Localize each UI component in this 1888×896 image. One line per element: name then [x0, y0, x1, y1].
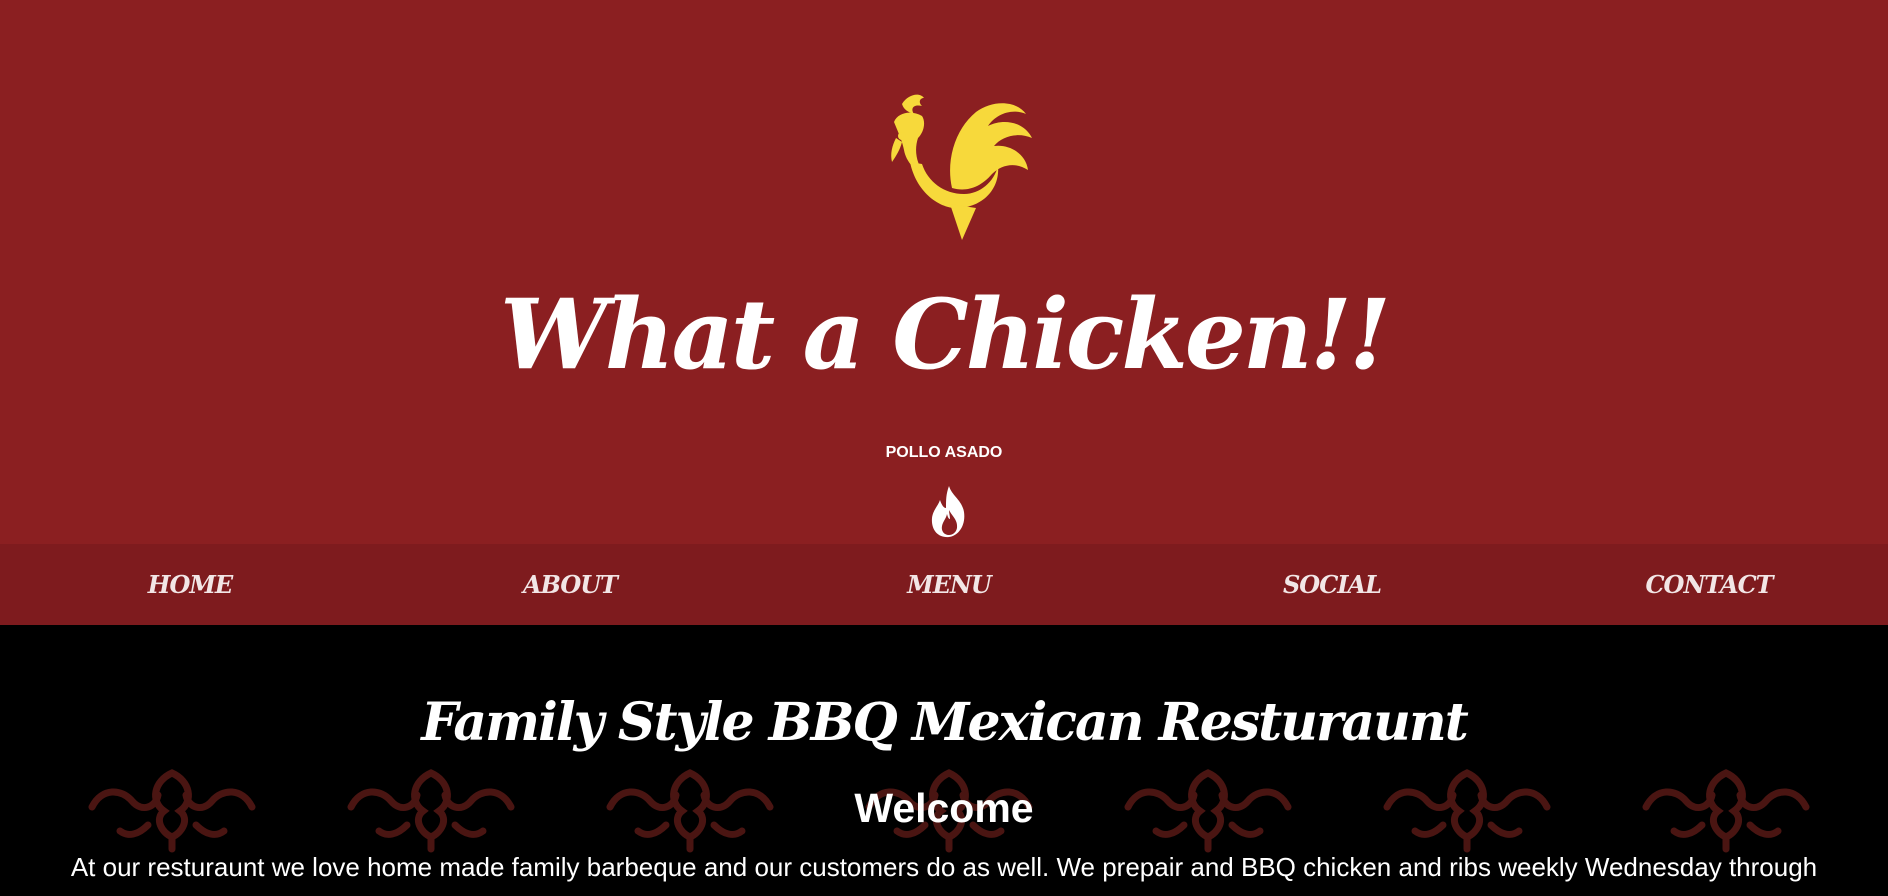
flame-icon	[931, 486, 965, 538]
main-content: Family Style BBQ Mexican Resturaunt Welc…	[0, 625, 1888, 896]
nav-item-menu[interactable]: MENU	[799, 544, 1099, 625]
nav-item-contact[interactable]: CONTACT	[1559, 544, 1859, 625]
rooster-icon	[891, 94, 1032, 240]
tagline: POLLO ASADO	[885, 444, 1003, 461]
site-header: What a Chicken!! POLLO ASADO	[0, 0, 1888, 544]
nav-item-social[interactable]: SOCIAL	[1182, 544, 1482, 625]
welcome-heading: Welcome	[854, 785, 1034, 831]
nav-item-home[interactable]: HOME	[40, 544, 340, 625]
site-title: What a Chicken!!	[500, 278, 1391, 391]
intro-paragraph: At our resturaunt we love home made fami…	[70, 852, 1818, 882]
main-nav: HOME ABOUT MENU SOCIAL CONTACT	[0, 544, 1888, 625]
nav-item-about[interactable]: ABOUT	[420, 544, 720, 625]
section-heading: Family Style BBQ Mexican Resturaunt	[421, 692, 1468, 753]
